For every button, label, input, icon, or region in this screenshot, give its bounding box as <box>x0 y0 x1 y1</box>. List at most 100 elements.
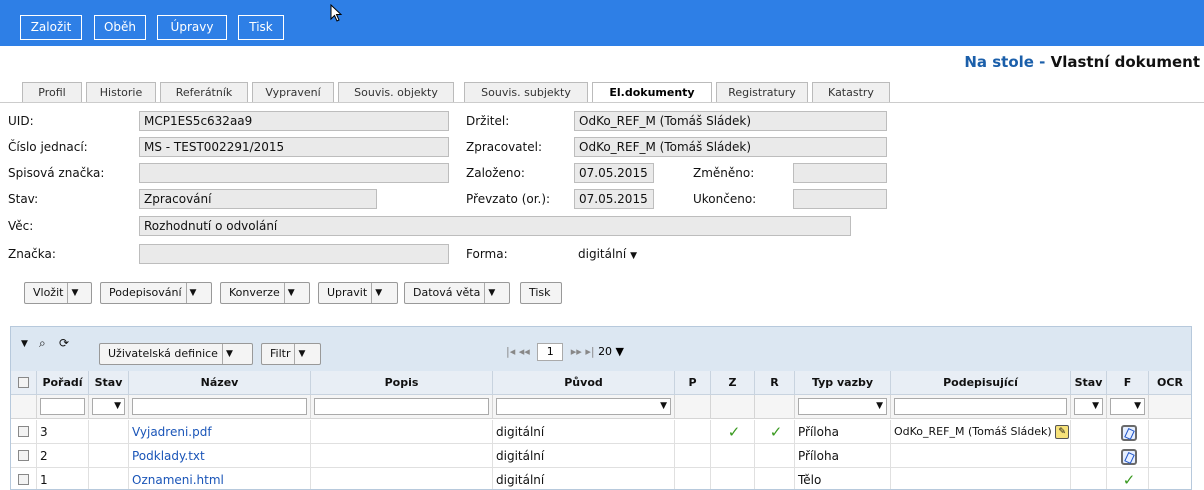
page-size-select[interactable]: 20 ▼ <box>598 345 624 358</box>
filter-stav-select[interactable]: ▼ <box>92 398 125 415</box>
tab-vypraveni[interactable]: Vypravení <box>252 82 334 103</box>
zpracovatel-field: OdKo_REF_M (Tomáš Sládek) <box>574 137 887 157</box>
cell-nazev-link[interactable]: Vyjadreni.pdf <box>129 420 311 444</box>
tab-katastry[interactable]: Katastry <box>812 82 890 103</box>
vec-field[interactable]: Rozhodnutí o odvolání <box>139 216 851 236</box>
zalozeno-field: 07.05.2015 <box>574 163 654 183</box>
prevzato-field: 07.05.2015 <box>574 189 654 209</box>
col-header-popis[interactable]: Popis <box>311 371 493 395</box>
filter-podepisujici-input[interactable] <box>894 398 1067 415</box>
col-header-z[interactable]: Z <box>711 371 755 395</box>
filter-nazev-input[interactable] <box>132 398 307 415</box>
filter-puvod-select[interactable]: ▼ <box>496 398 671 415</box>
col-header-puvod[interactable]: Původ <box>493 371 675 395</box>
konverze-label: Konverze <box>229 286 280 299</box>
cell-stav-p <box>1071 420 1107 444</box>
cell-popis <box>311 444 493 468</box>
tisk-action-label: Tisk <box>529 286 551 299</box>
prev-page-icon[interactable]: ◂◂ <box>519 345 530 358</box>
stav-field: Zpracování <box>139 189 377 209</box>
filter-cell <box>755 395 795 419</box>
row-checkbox[interactable] <box>18 450 29 461</box>
refresh-icon[interactable]: ⟳ <box>59 336 69 350</box>
upravit-label: Upravit <box>327 286 368 299</box>
filter-stav-p-select[interactable]: ▼ <box>1074 398 1103 415</box>
tab-referatnik[interactable]: Referátník <box>160 82 248 103</box>
col-header-stav[interactable]: Stav <box>89 371 129 395</box>
edit-document-icon[interactable] <box>1121 448 1137 465</box>
col-header-r[interactable]: R <box>755 371 795 395</box>
filter-cell <box>37 395 89 419</box>
cell-f: ✓ <box>1107 468 1149 489</box>
tab-souvis-subjekty[interactable]: Souvis. subjekty <box>464 82 588 103</box>
row-checkbox[interactable] <box>18 474 29 485</box>
col-header-poradi[interactable]: Pořadí <box>37 371 89 395</box>
zalozit-button[interactable]: Založit <box>20 15 82 40</box>
upravy-button[interactable]: Úpravy <box>157 15 227 40</box>
uid-label: UID: <box>8 114 34 128</box>
forma-select[interactable]: digitální ▼ <box>578 244 658 264</box>
tab-el-dokumenty[interactable]: El.dokumenty <box>592 82 712 103</box>
col-header-f[interactable]: F <box>1107 371 1149 395</box>
row-checkbox[interactable] <box>18 426 29 437</box>
konverze-button[interactable]: Konverze ▼ <box>220 282 310 304</box>
next-page-icon[interactable]: ▸▸ <box>571 345 582 358</box>
last-page-icon[interactable]: ▸| <box>585 345 594 358</box>
cell-nazev-link[interactable]: Podklady.txt <box>129 444 311 468</box>
znacka-field[interactable] <box>139 244 449 264</box>
mouse-cursor-icon <box>330 4 343 22</box>
tisk-action-button[interactable]: Tisk <box>520 282 562 304</box>
podepisovani-button[interactable]: Podepisování ▼ <box>100 282 212 304</box>
col-header-podepisujici[interactable]: Podepisující <box>891 371 1071 395</box>
select-all-checkbox[interactable] <box>18 377 29 388</box>
edit-document-icon[interactable] <box>1121 424 1137 441</box>
filter-f-select[interactable]: ▼ <box>1110 398 1145 415</box>
cell-stav <box>89 420 129 444</box>
cell-poradi: 1 <box>37 468 89 489</box>
tab-profil[interactable]: Profil <box>22 82 82 103</box>
col-header-p[interactable]: P <box>675 371 711 395</box>
filter-popis-input[interactable] <box>314 398 489 415</box>
zmeneno-label: Změněno: <box>693 166 755 180</box>
cell-podepisujici: OdKo_REF_M (Tomáš Sládek) ✎ <box>891 420 1071 444</box>
check-icon: ✓ <box>769 423 783 441</box>
spisova-znacka-label: Spisová značka: <box>8 166 105 180</box>
filter-cell: ▼ <box>1071 395 1107 419</box>
user-definition-button[interactable]: Uživatelská definice ▼ <box>99 343 253 365</box>
col-header-ocr[interactable]: OCR <box>1149 371 1191 395</box>
first-page-icon[interactable]: |◂ <box>506 345 515 358</box>
cell-p <box>675 468 711 489</box>
col-header-typ-vazby[interactable]: Typ vazby <box>795 371 891 395</box>
filter-cell <box>1149 395 1191 419</box>
tisk-button[interactable]: Tisk <box>238 15 284 40</box>
uid-field: MCP1ES5c632aa9 <box>139 111 449 131</box>
page-number-input[interactable]: 1 <box>537 343 564 361</box>
col-header-nazev[interactable]: Název <box>129 371 311 395</box>
vlozit-button[interactable]: Vložit ▼ <box>24 282 92 304</box>
tab-registratury[interactable]: Registratury <box>716 82 808 103</box>
cell-stav <box>89 444 129 468</box>
datova-veta-button[interactable]: Datová věta ▼ <box>404 282 510 304</box>
search-icon[interactable]: ⌕ <box>39 336 46 351</box>
top-toolbar: Založit Oběh Úpravy Tisk <box>0 0 1204 46</box>
vlozit-label: Vložit <box>33 286 64 299</box>
upravit-button[interactable]: Upravit ▼ <box>318 282 398 304</box>
filter-poradi-input[interactable] <box>40 398 85 415</box>
filter-button[interactable]: Filtr ▼ <box>261 343 321 365</box>
prevzato-label: Převzato (or.): <box>466 192 551 206</box>
vec-label: Věc: <box>8 219 34 233</box>
obeh-button[interactable]: Oběh <box>94 15 146 40</box>
filter-cell: ▼ <box>1107 395 1149 419</box>
tab-historie[interactable]: Historie <box>86 82 156 103</box>
signature-icon[interactable]: ✎ <box>1055 425 1070 439</box>
collapse-icon[interactable]: ▼ <box>21 339 28 349</box>
dropdown-arrow-icon: ▼ <box>185 283 200 303</box>
cell-nazev-link[interactable]: Oznameni.html <box>129 468 311 489</box>
col-header-stav-p[interactable]: Stav p <box>1071 371 1107 413</box>
cell-popis <box>311 468 493 489</box>
filter-typ-vazby-select[interactable]: ▼ <box>798 398 887 415</box>
tab-souvis-objekty[interactable]: Souvis. objekty <box>338 82 454 103</box>
cell-stav-p <box>1071 468 1107 489</box>
cell-f <box>1107 444 1149 468</box>
zmeneno-field <box>793 163 887 183</box>
